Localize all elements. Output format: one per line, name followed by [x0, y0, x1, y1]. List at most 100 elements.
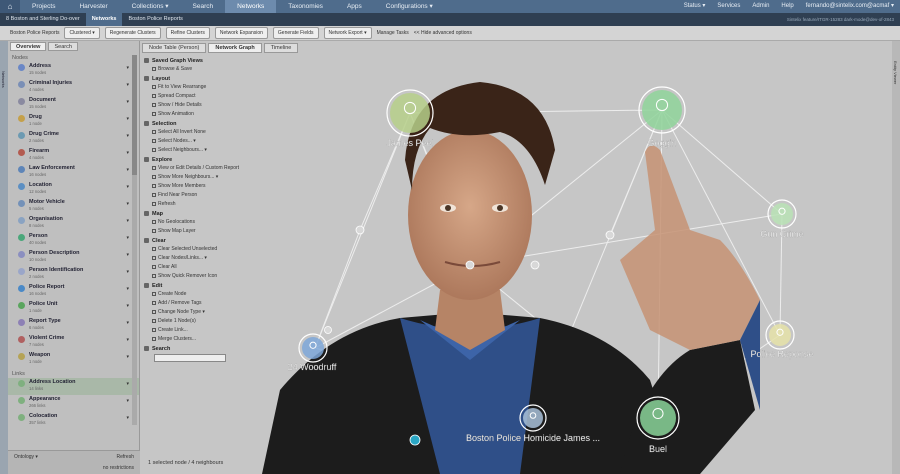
action-icon — [152, 94, 156, 98]
action-icon — [152, 193, 156, 197]
panel-action[interactable]: Show More Members — [144, 182, 244, 191]
action-icon — [152, 220, 156, 224]
panel-action-label: Clear Nodes/Links... ▾ — [158, 255, 207, 261]
action-icon — [152, 229, 156, 233]
panel-action[interactable]: Fit to View Rearrange — [144, 83, 244, 92]
panel-section-header: Saved Graph Views — [144, 56, 244, 65]
panel-action[interactable]: Browse & Save — [144, 65, 244, 74]
panel-action[interactable]: Clear Selected Unselected — [144, 245, 244, 254]
graph-node-peel[interactable]: James Peel — [386, 89, 434, 148]
panel-section-title: Saved Graph Views — [152, 58, 203, 64]
panel-action-label: Delete 1 Node(s) — [158, 318, 196, 324]
panel-section-title: Clear — [152, 238, 166, 244]
panel-section-header: Search — [144, 344, 244, 353]
section-icon — [144, 58, 149, 63]
panel-action-label: Clear Selected Unselected — [158, 246, 218, 252]
panel-section-title: Selection — [152, 121, 177, 127]
graph-node-label: Boston Police Homicide James ... — [466, 433, 600, 443]
panel-action-label: Select All Invert None — [158, 129, 206, 135]
panel-section-header: Map — [144, 209, 244, 218]
panel-action-label: Select Neighbours... ▾ — [158, 147, 207, 153]
panel-action-label: View or Edit Details / Custom Report — [158, 165, 240, 171]
graph-node-label: Police Reponse — [750, 349, 813, 359]
graph-search-input[interactable] — [154, 354, 226, 362]
person-node-icon — [640, 400, 676, 436]
tab-network-graph[interactable]: Network Graph — [208, 43, 262, 53]
action-icon — [152, 274, 156, 278]
action-icon — [152, 130, 156, 134]
panel-action[interactable]: Create Link... — [144, 326, 244, 335]
tab-timeline[interactable]: Timeline — [263, 43, 299, 53]
action-icon — [152, 148, 156, 152]
action-icon — [152, 175, 156, 179]
action-icon — [152, 301, 156, 305]
graph-node-label: Gun Crime — [760, 229, 804, 239]
section-icon — [144, 283, 149, 288]
section-icon — [144, 121, 149, 126]
panel-action[interactable]: View or Edit Details / Custom Report — [144, 164, 244, 173]
action-icon — [152, 310, 156, 314]
action-icon — [152, 184, 156, 188]
graph-node-label: 24 Woodruff — [288, 362, 337, 372]
panel-action-label: Merge Clusters... — [158, 336, 197, 342]
panel-section-title: Search — [152, 346, 171, 352]
panel-action[interactable]: Spread Compact — [144, 92, 244, 101]
graph-actions-panel: Saved Graph Views Browse & Save Layout Fit … — [144, 56, 244, 386]
action-icon — [152, 319, 156, 323]
action-icon — [152, 202, 156, 206]
panel-action-label: Clear All — [158, 264, 177, 270]
action-icon — [152, 328, 156, 332]
panel-action[interactable]: Select All Invert None — [144, 128, 244, 137]
person-node-icon — [390, 93, 430, 133]
graph-node-label: Goggin — [647, 138, 676, 148]
person-node-icon — [642, 90, 682, 130]
panel-action[interactable]: Show More Neighbours... ▾ — [144, 173, 244, 182]
panel-section-title: Layout — [152, 76, 171, 82]
main-tabs: Node Table (Person) Network Graph Timeli… — [142, 43, 299, 53]
action-icon — [152, 265, 156, 269]
panel-action[interactable]: Clear Nodes/Links... ▾ — [144, 254, 244, 263]
graph-node-goggin[interactable]: Goggin — [638, 86, 686, 148]
graph-node-label: James Peel — [386, 138, 433, 148]
panel-action-label: No Geolocations — [158, 219, 195, 225]
panel-action[interactable]: Merge Clusters... — [144, 335, 244, 344]
graph-node-gun[interactable]: Gun Crime — [760, 199, 804, 239]
panel-action-label: Add / Remove Tags — [158, 300, 202, 306]
section-icon — [144, 238, 149, 243]
panel-action[interactable]: Delete 1 Node(s) — [144, 317, 244, 326]
panel-action[interactable]: Show Map Layer — [144, 227, 244, 236]
panel-action[interactable]: Add / Remove Tags — [144, 299, 244, 308]
panel-section-header: Selection — [144, 119, 244, 128]
panel-action[interactable]: Create Node — [144, 290, 244, 299]
action-icon — [152, 337, 156, 341]
panel-section-title: Map — [152, 211, 163, 217]
panel-action-label: Change Node Type ▾ — [158, 309, 205, 315]
tab-node-table[interactable]: Node Table (Person) — [142, 43, 207, 53]
panel-action[interactable]: Select Nodes... ▾ — [144, 137, 244, 146]
panel-action[interactable]: Refresh — [144, 200, 244, 209]
panel-action-label: Fit to View Rearrange — [158, 84, 207, 90]
section-icon — [144, 157, 149, 162]
section-icon — [144, 76, 149, 81]
section-icon — [144, 346, 149, 351]
panel-action-label: Select Nodes... ▾ — [158, 138, 196, 144]
action-icon — [152, 292, 156, 296]
panel-action[interactable]: Clear All — [144, 263, 244, 272]
panel-action-label: Show More Members — [158, 183, 206, 189]
panel-section-header: Layout — [144, 74, 244, 83]
panel-action[interactable]: Show Animation — [144, 110, 244, 119]
status-bar: 1 selected node / 4 neighbours — [148, 460, 224, 466]
panel-section-header: Edit — [144, 281, 244, 290]
network-graph[interactable]: James Peel Goggin Gun Crime Police Reponse 2… — [0, 0, 900, 474]
panel-action-label: Show Map Layer — [158, 228, 196, 234]
action-icon — [152, 166, 156, 170]
panel-action[interactable]: No Geolocations — [144, 218, 244, 227]
panel-action[interactable]: Find Near Person — [144, 191, 244, 200]
panel-action[interactable]: Select Neighbours... ▾ — [144, 146, 244, 155]
panel-action[interactable]: Show / Hide Details — [144, 101, 244, 110]
panel-section-header: Explore — [144, 155, 244, 164]
panel-section-title: Explore — [152, 157, 173, 163]
action-icon — [152, 67, 156, 71]
panel-action[interactable]: Change Node Type ▾ — [144, 308, 244, 317]
panel-action[interactable]: Show Quick Remover Icon — [144, 272, 244, 281]
